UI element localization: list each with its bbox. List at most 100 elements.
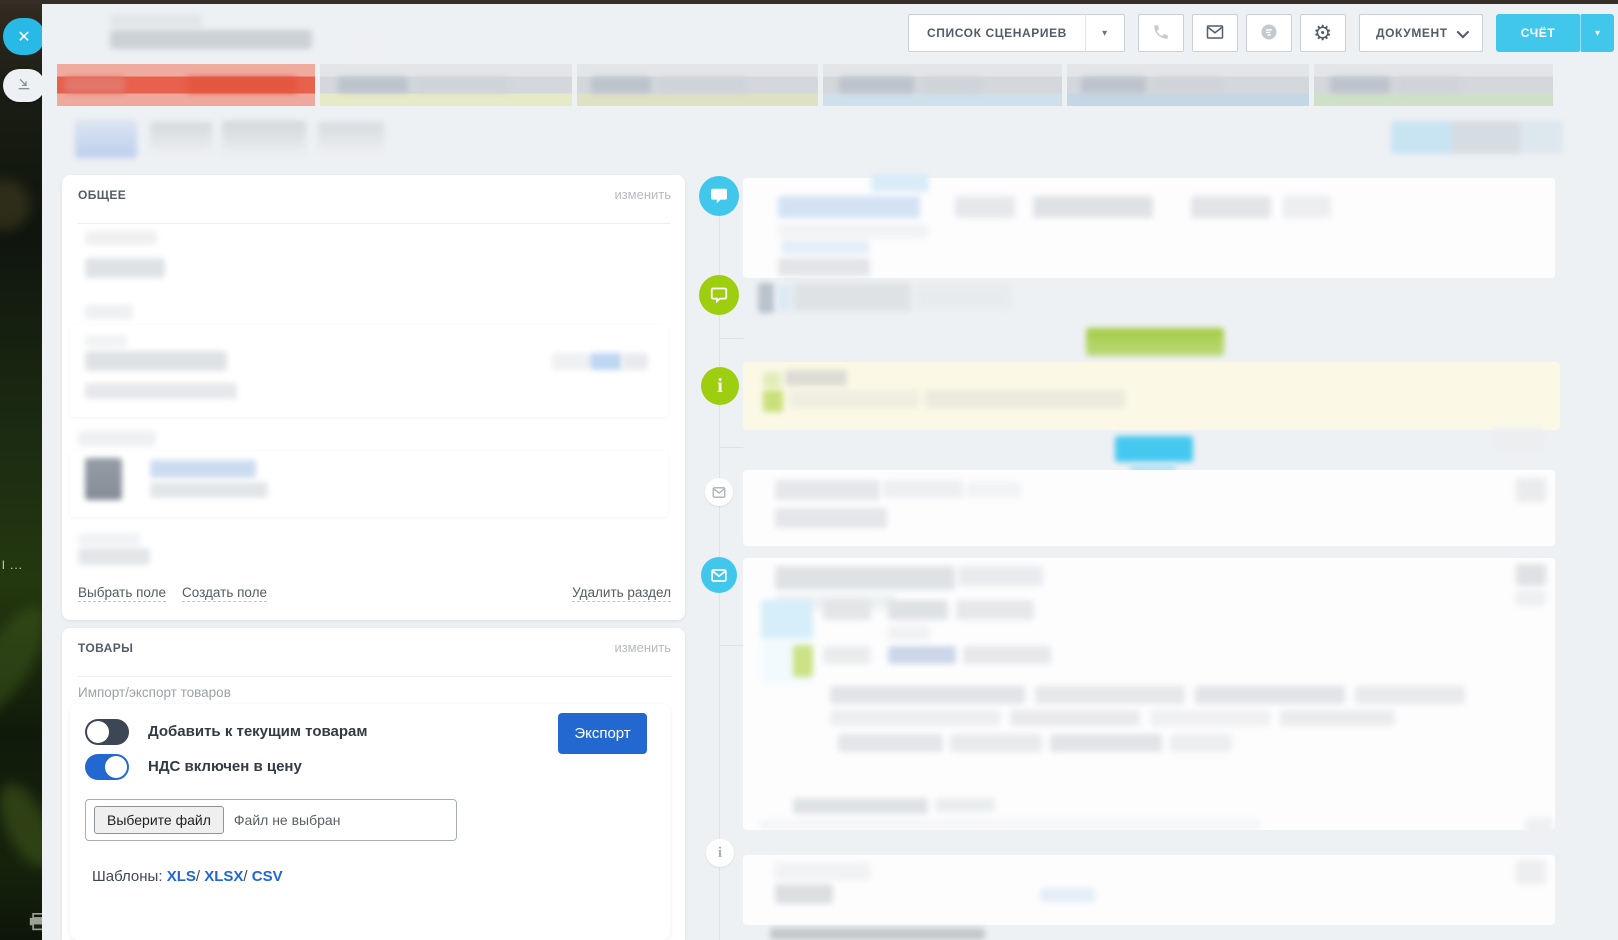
redacted-green-button[interactable] — [1086, 328, 1224, 356]
timeline-mail-read-icon[interactable] — [705, 478, 733, 506]
toggle-add-to-current[interactable] — [85, 719, 129, 745]
top-edge — [0, 0, 1618, 4]
slider-collapse-button[interactable] — [3, 69, 45, 102]
file-status-text: Файл не выбран — [233, 812, 341, 828]
timeline-card-mail[interactable] — [743, 470, 1555, 546]
invoice-group: СЧЁТ ▾ — [1495, 14, 1615, 52]
settings-button[interactable]: ⚙ — [1299, 14, 1346, 52]
topbar-actions: СПИСОК СЦЕНАРИЕВ ▾ ⚙ ДОКУМЕНТ СЧЁТ ▾ — [908, 14, 1615, 52]
timeline-mail-icon[interactable] — [701, 557, 737, 593]
choose-file-button[interactable]: Выберите файл — [94, 806, 224, 834]
choose-file-label: Выберите файл — [107, 812, 211, 828]
marketplace-button[interactable] — [1245, 14, 1292, 52]
mail-icon — [1206, 24, 1224, 43]
scenario-list-dropdown[interactable]: ▾ — [1084, 14, 1125, 52]
redacted-field-label — [85, 231, 157, 245]
redacted-avatar — [85, 458, 122, 500]
redacted-deal-label — [110, 14, 202, 28]
redacted-tab[interactable] — [222, 121, 306, 157]
redacted-timestamp — [1525, 818, 1553, 840]
divider — [78, 676, 671, 677]
pipeline-stage[interactable] — [1314, 64, 1553, 106]
timeline-info-icon[interactable]: i — [701, 367, 739, 405]
general-section-title: ОБЩЕЕ — [78, 187, 127, 202]
chevron-down-icon — [1456, 25, 1470, 38]
gear-icon: ⚙ — [1313, 21, 1333, 45]
invoice-dropdown[interactable]: ▾ — [1580, 14, 1615, 52]
marketplace-app-icon — [1259, 22, 1279, 45]
redacted-comment — [916, 285, 1011, 309]
desktop-taskbar-text: l ... — [2, 558, 24, 572]
redacted-comment — [793, 283, 911, 311]
timeline-tick — [719, 645, 743, 646]
toggle-vat-label: НДС включен в цену — [148, 758, 302, 775]
pipeline-stage[interactable] — [823, 64, 1062, 106]
redacted-tab-active[interactable] — [75, 120, 137, 158]
phone-button[interactable] — [1137, 14, 1184, 52]
export-button[interactable]: Экспорт — [558, 713, 647, 754]
redacted-field-label — [78, 431, 156, 446]
redacted-timeline-filter[interactable] — [1391, 121, 1563, 154]
templates-label: Шаблоны: — [92, 868, 163, 885]
pipeline-stage[interactable] — [320, 64, 572, 106]
import-export-label: Импорт/экспорт товаров — [78, 685, 231, 700]
products-edit-link[interactable]: изменить — [614, 640, 671, 655]
info-glyph: i — [717, 375, 723, 397]
section-products: ТОВАРЫ изменить Импорт/экспорт товаров Д… — [62, 628, 685, 940]
redacted-timestamp — [1516, 478, 1546, 502]
invoice-label: СЧЁТ — [1520, 26, 1556, 40]
timeline-info-secondary-icon[interactable]: i — [706, 839, 734, 867]
phone-icon — [1152, 23, 1170, 44]
desktop-bokeh — [0, 180, 30, 230]
general-edit-link[interactable]: изменить — [614, 187, 671, 202]
screen: l ... ✕ СПИСОК СЦЕНАРИЕВ ▾ ⚙ ДОКУМЕНТ СЧ… — [0, 0, 1618, 940]
document-label: ДОКУМЕНТ — [1375, 26, 1448, 40]
timeline-card-notification[interactable] — [743, 362, 1560, 430]
redacted-field-label — [78, 533, 140, 546]
redacted-comment-avatar — [758, 283, 774, 313]
templates-line: Шаблоны: XLS/ XLSX/ CSV — [92, 868, 283, 885]
redacted-cyan-button[interactable] — [1115, 436, 1193, 462]
redacted-tab[interactable] — [318, 122, 384, 156]
redacted-timestamp — [1492, 428, 1544, 450]
timeline-chat-icon[interactable] — [699, 176, 739, 216]
select-field-link[interactable]: Выбрать поле — [78, 585, 167, 602]
email-button[interactable] — [1191, 14, 1238, 52]
timeline-card-info[interactable] — [743, 855, 1555, 925]
dropdown-arrow-icon: ▾ — [1102, 27, 1108, 39]
redacted-deal-title — [110, 30, 312, 49]
invoice-button[interactable]: СЧЁТ — [1495, 14, 1581, 52]
create-field-link[interactable]: Создать поле — [182, 585, 268, 602]
template-xlsx-link[interactable]: XLSX — [204, 868, 243, 885]
document-button[interactable]: ДОКУМЕНТ — [1358, 14, 1483, 52]
pipeline-stage[interactable] — [577, 64, 818, 106]
pipeline-stage[interactable] — [1067, 64, 1309, 106]
redacted-field-group — [70, 325, 668, 417]
collapse-arrow-icon — [16, 76, 32, 95]
template-csv-link[interactable]: CSV — [252, 868, 283, 885]
redacted-field-value — [85, 258, 165, 278]
timeline-tick — [719, 447, 743, 448]
template-xls-link[interactable]: XLS — [167, 868, 196, 885]
desktop-background: l ... — [0, 0, 64, 940]
redacted-comment — [777, 285, 791, 311]
separator: / — [195, 868, 201, 885]
import-export-box: Добавить к текущим товарам Экспорт НДС в… — [70, 704, 670, 940]
scenario-list-group: СПИСОК СЦЕНАРИЕВ ▾ — [908, 14, 1125, 52]
timeline-comment-icon[interactable] — [699, 275, 739, 315]
section-general: ОБЩЕЕ изменить Выбрать поле Создать поле — [62, 175, 685, 620]
redacted-field-value — [78, 548, 150, 565]
timeline-card-email-detail[interactable] — [743, 558, 1555, 830]
scenario-list-button[interactable]: СПИСОК СЦЕНАРИЕВ — [908, 14, 1085, 52]
products-section-title: ТОВАРЫ — [78, 640, 134, 655]
redacted-tab[interactable] — [150, 122, 212, 156]
file-input[interactable]: Выберите файл Файл не выбран — [85, 799, 457, 841]
delete-section-link[interactable]: Удалить раздел — [572, 585, 671, 602]
toggle-vat-included[interactable] — [85, 754, 129, 780]
pipeline-stage-active[interactable] — [57, 64, 315, 106]
slider-close-button[interactable]: ✕ — [3, 18, 45, 55]
scenario-list-label: СПИСОК СЦЕНАРИЕВ — [927, 26, 1067, 40]
redacted-footer-bar — [770, 928, 985, 940]
redacted-field-label — [85, 305, 133, 319]
timeline-card-activity[interactable] — [743, 174, 1555, 278]
